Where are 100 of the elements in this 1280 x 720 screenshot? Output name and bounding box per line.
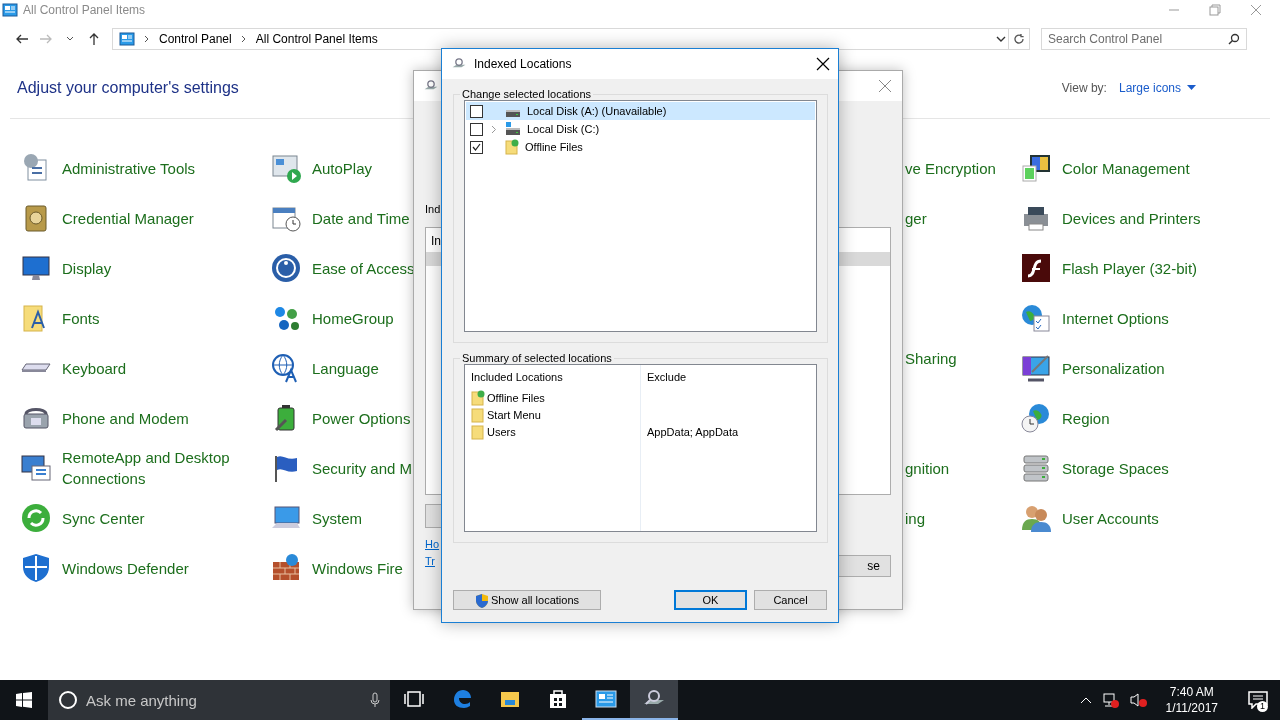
section-label: Ind (425, 203, 441, 215)
tree-item[interactable]: Local Disk (A:) (Unavailable) (466, 102, 815, 120)
dialog-button[interactable]: Cancel (754, 590, 827, 610)
view-by-label: View by: (1061, 81, 1107, 95)
offline-folder-icon (471, 389, 485, 406)
chevron-down-icon[interactable] (994, 34, 1008, 44)
view-by-dropdown[interactable]: Large icons (1118, 81, 1196, 95)
sync-icon (20, 502, 52, 534)
help-link[interactable]: Ho (425, 538, 440, 550)
control-panel-link[interactable]: ger (905, 207, 927, 229)
refresh-icon (1013, 33, 1025, 45)
control-panel-link[interactable]: Fonts (62, 307, 100, 329)
control-panel-link[interactable]: Windows Defender (62, 557, 189, 579)
taskbar-search-field[interactable]: Ask me anything (48, 680, 390, 720)
caret-icon (1187, 85, 1196, 91)
tree-item[interactable]: Local Disk (C:) (466, 120, 815, 138)
control-panel-link[interactable]: gnition (905, 457, 950, 479)
control-panel-link[interactable]: Storage Spaces (1062, 457, 1169, 479)
expand-chevron-icon[interactable] (491, 124, 497, 134)
control-panel-link[interactable]: Windows Fire (312, 557, 403, 579)
clock[interactable]: 7:40 AM 1/11/2017 (1165, 684, 1218, 716)
control-panel-link[interactable]: Date and Time (312, 207, 410, 229)
autoplay-icon (270, 152, 302, 184)
control-panel-link[interactable]: Devices and Printers (1062, 207, 1201, 229)
volume-muted-icon[interactable] (1129, 692, 1148, 708)
window-title: All Control Panel Items (23, 3, 146, 17)
control-panel-link[interactable]: System (312, 507, 362, 529)
ease-of-access-icon (270, 252, 302, 284)
dialog-button[interactable]: OK (674, 590, 747, 610)
control-panel-link[interactable]: Display (62, 257, 112, 279)
control-panel-link[interactable]: Language (312, 357, 379, 379)
remote-desktop-icon (20, 452, 52, 484)
control-panel-link[interactable]: HomeGroup (312, 307, 394, 329)
control-panel-link[interactable]: Sharing (905, 348, 957, 369)
control-panel-link[interactable]: Personalization (1062, 357, 1165, 379)
control-panel-icon (119, 32, 135, 46)
control-panel-link[interactable]: Sync Center (62, 507, 145, 529)
dialog-button[interactable]: se (837, 555, 891, 577)
tree-item[interactable]: Offline Files (466, 138, 815, 156)
offline-folder-icon (505, 139, 519, 155)
globe-clock-icon (1020, 402, 1052, 434)
monitor-brush-icon (1020, 352, 1052, 384)
control-panel-link[interactable]: Administrative Tools (62, 157, 196, 179)
tree-item-label: Local Disk (A:) (Unavailable) (527, 105, 667, 117)
control-panel-icon[interactable] (594, 688, 618, 710)
control-panel-link[interactable]: User Accounts (1062, 507, 1159, 529)
locations-tree[interactable]: Local Disk (A:) (Unavailable) Local Disk (C:) Offline Files (464, 100, 817, 332)
store-bag-icon[interactable] (547, 688, 569, 710)
table-cell: Start Menu (487, 408, 541, 421)
task-view-icon[interactable] (403, 688, 425, 710)
control-panel-link[interactable]: Internet Options (1062, 307, 1169, 329)
notification-icon (1248, 691, 1268, 709)
color-monitor-icon (1020, 152, 1052, 184)
checkbox[interactable] (470, 140, 483, 154)
control-panel-link[interactable]: Power Options (312, 407, 411, 429)
control-panel-link[interactable]: ing (905, 507, 926, 529)
flash-icon (1020, 252, 1052, 284)
microphone-icon[interactable] (370, 692, 380, 708)
control-panel-link[interactable]: Region (1062, 407, 1110, 429)
folder-icon (471, 423, 485, 440)
group-label: Summary of selected locations (461, 352, 613, 364)
control-panel-link[interactable]: RemoteApp and Desktop Connections (62, 447, 252, 489)
chevron-up-icon[interactable] (1079, 695, 1092, 705)
breadcrumb[interactable]: All Control Panel Items (255, 32, 378, 46)
table-cell: Users (487, 425, 516, 438)
control-panel-link[interactable]: Color Management (1062, 157, 1190, 179)
breadcrumb[interactable]: Control Panel (159, 32, 232, 46)
checkbox[interactable] (470, 104, 483, 118)
show-all-locations-button[interactable]: Show all locations (453, 590, 601, 610)
globe-checklist-icon (1020, 302, 1052, 334)
control-panel-link[interactable]: ve Encryption (905, 157, 996, 179)
control-panel-link[interactable]: Security and M (312, 457, 413, 479)
group-label: Change selected locations (461, 88, 593, 100)
tree-item-label: Offline Files (525, 141, 583, 153)
control-panel-link[interactable]: AutoPlay (312, 157, 373, 179)
edge-icon[interactable] (451, 688, 473, 710)
checkbox[interactable] (470, 122, 483, 136)
column-header: Included Locations (471, 371, 564, 383)
back-arrow-icon[interactable] (15, 32, 29, 46)
chevron-right-icon (239, 34, 248, 44)
column-header: Exclude (647, 371, 688, 383)
tree-item-label: Local Disk (C:) (527, 123, 600, 135)
ring-icon (58, 690, 78, 710)
help-link[interactable]: Tr (425, 555, 435, 567)
control-panel-link[interactable]: Flash Player (32-bit) (1062, 257, 1198, 279)
control-panel-link[interactable]: Phone and Modem (62, 407, 189, 429)
close-icon[interactable] (816, 57, 830, 71)
control-panel-link[interactable]: Ease of Access (312, 257, 415, 279)
network-error-icon[interactable] (1101, 692, 1120, 708)
control-panel-link[interactable]: Keyboard (62, 357, 127, 379)
column-header: In (431, 234, 442, 248)
table-cell: Offline Files (487, 391, 545, 404)
chevron-right-icon (143, 34, 151, 44)
page-heading: Adjust your computer's settings (17, 79, 239, 97)
control-panel-link[interactable]: Credential Manager (62, 207, 194, 229)
up-arrow-icon[interactable] (87, 32, 101, 46)
search-icon (1228, 33, 1240, 45)
shield-icon (474, 592, 489, 608)
action-center-button[interactable]: 1 (1236, 680, 1280, 720)
search-field[interactable]: Search Control Panel (1041, 28, 1247, 50)
